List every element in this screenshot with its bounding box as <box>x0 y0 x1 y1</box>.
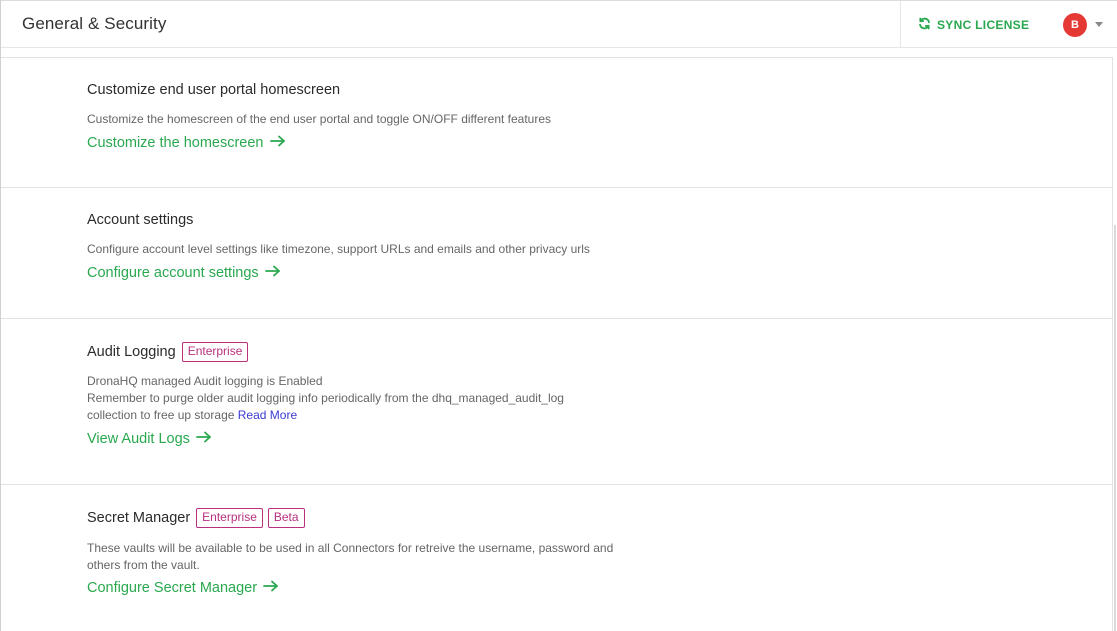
section-title: Secret Manager <box>87 510 191 526</box>
description-line: Remember to purge older audit logging in… <box>87 391 564 405</box>
arrow-right-icon <box>264 265 281 281</box>
section-customize-homescreen: Customize end user portal homescreen Cus… <box>1 58 1112 188</box>
link-label: Customize the homescreen <box>87 135 264 151</box>
link-label: Configure account settings <box>87 265 259 281</box>
arrow-right-icon <box>269 135 286 151</box>
section-description: Customize the homescreen of the end user… <box>87 112 552 126</box>
read-more-link[interactable]: Read More <box>238 408 297 422</box>
section-description: Configure account level settings like ti… <box>87 242 590 256</box>
arrow-right-icon <box>196 431 212 447</box>
section-title: Audit Logging <box>87 344 176 360</box>
settings-content: Customize end user portal homescreen Cus… <box>1 57 1113 631</box>
description-line: others from the vault. <box>87 558 200 572</box>
description-line: These vaults will be available to be use… <box>87 541 614 555</box>
section-description: DronaHQ managed Audit logging is Enabled… <box>87 373 564 424</box>
configure-secret-manager-link[interactable]: Configure Secret Manager <box>87 580 279 596</box>
sync-license-button[interactable]: SYNC LICENSE <box>918 16 1029 34</box>
section-title: Account settings <box>87 212 194 228</box>
section-secret-manager: Secret Manager Enterprise Beta These vau… <box>1 485 1112 631</box>
arrow-right-icon <box>263 580 279 596</box>
description-line: DronaHQ managed Audit logging is Enabled <box>87 374 323 388</box>
description-line: collection to free up storage Read More <box>87 407 564 424</box>
section-title: Customize end user portal homescreen <box>87 82 341 98</box>
customize-homescreen-link[interactable]: Customize the homescreen <box>87 135 286 151</box>
sync-license-label: SYNC LICENSE <box>937 18 1030 32</box>
app-frame: General & Security SYNC LICENSE B Custom… <box>0 0 1117 631</box>
section-title-row: Secret Manager Enterprise Beta <box>87 508 305 528</box>
section-account-settings: Account settings Configure account level… <box>1 188 1112 319</box>
top-header: General & Security SYNC LICENSE B <box>1 0 1117 48</box>
sync-icon <box>918 17 931 33</box>
link-label: Configure Secret Manager <box>87 580 258 596</box>
section-audit-logging: Audit Logging Enterprise DronaHQ managed… <box>1 319 1112 485</box>
chevron-down-icon[interactable] <box>1095 22 1103 27</box>
section-title-row: Audit Logging Enterprise <box>87 342 249 362</box>
page-title: General & Security <box>22 14 167 33</box>
beta-badge: Beta <box>267 508 305 528</box>
description-text: collection to free up storage <box>87 408 235 422</box>
view-audit-logs-link[interactable]: View Audit Logs <box>87 431 212 447</box>
link-label: View Audit Logs <box>87 431 190 447</box>
scrollbar[interactable] <box>1114 225 1116 631</box>
enterprise-badge: Enterprise <box>181 342 249 362</box>
section-description: These vaults will be available to be use… <box>87 540 613 574</box>
header-divider <box>900 1 901 48</box>
avatar[interactable]: B <box>1063 13 1087 37</box>
configure-account-settings-link[interactable]: Configure account settings <box>87 265 281 281</box>
enterprise-badge: Enterprise <box>196 508 263 528</box>
